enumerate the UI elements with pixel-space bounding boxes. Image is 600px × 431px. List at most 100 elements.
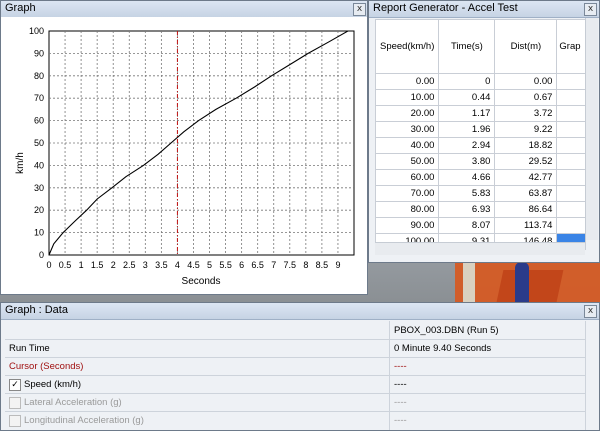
cell-graph[interactable]	[556, 121, 586, 138]
cell-dist[interactable]: 18.82	[494, 137, 558, 154]
table-row[interactable]: 80.00 6.93 86.64	[374, 201, 586, 218]
graph-title: Graph	[5, 2, 36, 14]
lateral-accel-value: ----	[394, 397, 407, 408]
cell-speed[interactable]: 50.00	[374, 153, 440, 170]
table-row[interactable]: 20.00 1.17 3.72	[374, 105, 586, 122]
y-tick-label: 100	[29, 26, 44, 36]
cell-time[interactable]: 0	[438, 73, 496, 90]
table-row[interactable]: 90.00 8.07 113.74	[374, 217, 586, 234]
column-divider-right	[585, 321, 586, 430]
header-time[interactable]: Time(s)	[438, 19, 496, 74]
cell-graph[interactable]	[556, 89, 586, 106]
y-tick-label: 90	[34, 48, 44, 58]
cell-speed[interactable]: 10.00	[374, 89, 440, 106]
cell-time[interactable]: 0.44	[438, 89, 496, 106]
report-vertical-scrollbar[interactable]	[585, 18, 598, 240]
longitudinal-accel-value: ----	[394, 415, 407, 426]
cell-dist[interactable]: 3.72	[494, 105, 558, 122]
x-tick-label: 4.5	[187, 260, 200, 270]
cell-time[interactable]: 4.66	[438, 169, 496, 186]
cell-time[interactable]: 3.80	[438, 153, 496, 170]
x-axis-label: Seconds	[182, 276, 221, 287]
y-tick-label: 0	[39, 250, 44, 260]
cell-graph[interactable]	[556, 185, 586, 202]
cell-graph[interactable]	[556, 201, 586, 218]
table-row[interactable]: 70.00 5.83 63.87	[374, 185, 586, 202]
x-tick-label: 2	[111, 260, 116, 270]
row-divider	[5, 357, 585, 358]
cell-time[interactable]: 5.83	[438, 185, 496, 202]
x-tick-label: 1.5	[91, 260, 104, 270]
background-photo-car-door	[496, 270, 564, 302]
cell-speed[interactable]: 30.00	[374, 121, 440, 138]
x-tick-label: 7	[271, 260, 276, 270]
header-speed[interactable]: Speed(km/h)	[374, 19, 440, 74]
x-tick-label: 8	[303, 260, 308, 270]
row-divider	[5, 375, 585, 376]
cell-graph[interactable]	[556, 105, 586, 122]
run-time-value: 0 Minute 9.40 Seconds	[394, 343, 492, 354]
cell-time[interactable]: 6.93	[438, 201, 496, 218]
graph-close-button[interactable]: x	[353, 3, 366, 16]
cell-graph[interactable]	[556, 217, 586, 234]
x-tick-label: 9	[335, 260, 340, 270]
cell-dist[interactable]: 42.77	[494, 169, 558, 186]
cell-speed[interactable]: 0.00	[374, 73, 440, 90]
table-row[interactable]: 0.00 0 0.00	[374, 73, 586, 90]
x-tick-label: 3.5	[155, 260, 168, 270]
cell-graph[interactable]	[556, 73, 586, 90]
cell-time[interactable]: 2.94	[438, 137, 496, 154]
lateral-accel-checkbox[interactable]	[9, 397, 21, 409]
x-tick-label: 0	[46, 260, 51, 270]
report-titlebar[interactable]: Report Generator - Accel Test x	[369, 1, 599, 18]
chart-background	[1, 17, 367, 294]
cell-dist[interactable]: 86.64	[494, 201, 558, 218]
y-tick-label: 20	[34, 205, 44, 215]
data-close-button[interactable]: x	[584, 305, 597, 318]
cell-speed[interactable]: 40.00	[374, 137, 440, 154]
cell-graph[interactable]	[556, 153, 586, 170]
cell-dist[interactable]: 0.67	[494, 89, 558, 106]
longitudinal-accel-checkbox[interactable]	[9, 415, 21, 427]
cell-dist[interactable]: 9.22	[494, 121, 558, 138]
y-tick-label: 50	[34, 138, 44, 148]
graph-titlebar[interactable]: Graph x	[1, 1, 367, 18]
y-tick-label: 80	[34, 71, 44, 81]
cell-dist[interactable]: 29.52	[494, 153, 558, 170]
table-header-row: Speed(km/h) Time(s) Dist(m) Grap	[374, 19, 586, 74]
cell-speed[interactable]: 60.00	[374, 169, 440, 186]
cell-dist[interactable]: 63.87	[494, 185, 558, 202]
cell-speed[interactable]: 20.00	[374, 105, 440, 122]
cell-time[interactable]: 1.96	[438, 121, 496, 138]
table-row[interactable]: 50.00 3.80 29.52	[374, 153, 586, 170]
cell-time[interactable]: 8.07	[438, 217, 496, 234]
table-row[interactable]: 40.00 2.94 18.82	[374, 137, 586, 154]
report-close-button[interactable]: x	[584, 3, 597, 16]
accel-report-table: Speed(km/h) Time(s) Dist(m) Grap 0.00 0 0.…	[374, 19, 586, 250]
y-axis-label: km/h	[15, 152, 26, 174]
run-time-label: Run Time	[9, 343, 50, 354]
graph-window[interactable]: Graph x 0 0.5 1 1.5 2 2.5 3 3.5 4 4.5 5 5.5 6 6.5 7 7.5…	[0, 0, 368, 295]
graph-data-window[interactable]: Graph : Data x PBOX_003.DBN (Run 5) Run …	[0, 302, 600, 431]
header-graph[interactable]: Grap	[556, 19, 586, 74]
header-dist[interactable]: Dist(m)	[494, 19, 558, 74]
cell-dist[interactable]: 0.00	[494, 73, 558, 90]
cell-graph[interactable]	[556, 137, 586, 154]
cell-time[interactable]: 1.17	[438, 105, 496, 122]
cell-speed[interactable]: 90.00	[374, 217, 440, 234]
data-titlebar[interactable]: Graph : Data x	[1, 303, 599, 320]
report-title: Report Generator - Accel Test	[373, 2, 518, 14]
y-tick-label: 30	[34, 183, 44, 193]
y-tick-label: 70	[34, 93, 44, 103]
speed-time-chart[interactable]: 0 0.5 1 1.5 2 2.5 3 3.5 4 4.5 5 5.5 6 6.5 7 7.5 8 8.5 9010…	[1, 17, 367, 294]
table-row[interactable]: 60.00 4.66 42.77	[374, 169, 586, 186]
report-generator-window[interactable]: Report Generator - Accel Test x Speed(km…	[368, 0, 600, 263]
cell-speed[interactable]: 70.00	[374, 185, 440, 202]
cell-graph[interactable]	[556, 169, 586, 186]
cell-speed[interactable]: 80.00	[374, 201, 440, 218]
table-row[interactable]: 30.00 1.96 9.22	[374, 121, 586, 138]
table-row[interactable]: 10.00 0.44 0.67	[374, 89, 586, 106]
cell-dist[interactable]: 113.74	[494, 217, 558, 234]
report-horizontal-scrollbar[interactable]	[375, 242, 585, 255]
speed-checkbox[interactable]: ✓	[9, 379, 21, 391]
